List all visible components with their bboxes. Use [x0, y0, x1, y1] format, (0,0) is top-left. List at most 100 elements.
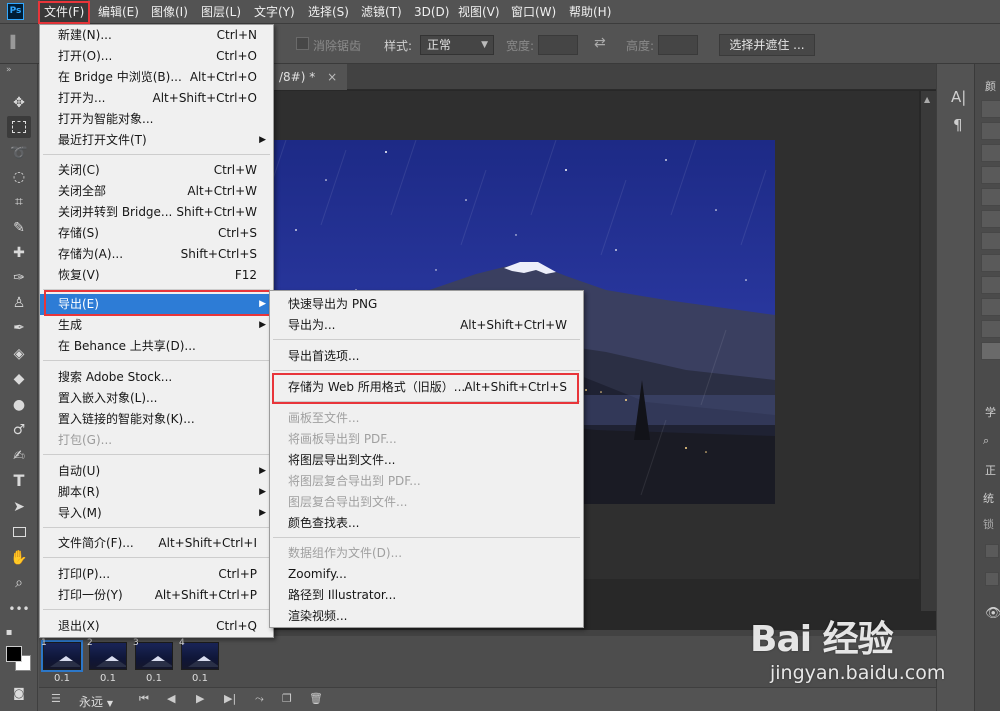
submenu-item-color-lookup-tables[interactable]: 颜色查找表...	[270, 513, 583, 534]
blur-tool-icon[interactable]: ●	[7, 394, 31, 416]
eye-icon[interactable]: 👁	[985, 606, 1000, 621]
history-brush-icon[interactable]: ✒	[7, 317, 31, 339]
type-tool-icon[interactable]: T	[7, 470, 31, 492]
move-tool-icon[interactable]: ✥	[7, 92, 31, 114]
menu-layer[interactable]: 图层(L)	[197, 0, 245, 24]
crop-tool-icon[interactable]: ⌗	[7, 191, 31, 213]
clone-stamp-icon[interactable]: ♙	[7, 292, 31, 314]
paint-bucket-icon[interactable]: ◆	[7, 368, 31, 390]
play-icon[interactable]: ▶	[196, 692, 204, 705]
quick-mask-icon[interactable]: ◙	[7, 682, 31, 704]
vertical-scrollbar[interactable]: ▲	[921, 91, 936, 611]
menu-item-print-one-copy[interactable]: 打印一份(Y) Alt+Shift+Ctrl+P	[40, 585, 273, 606]
menu-item-exit[interactable]: 退出(X) Ctrl+Q	[40, 616, 273, 637]
loop-select[interactable]: 永远 ▼	[79, 693, 113, 710]
menu-item-place-embedded[interactable]: 置入嵌入对象(L)...	[40, 388, 273, 409]
submenu-item-render-video[interactable]: 渲染视频...	[270, 606, 583, 627]
search-icon[interactable]: ⌕	[983, 434, 989, 448]
menu-item-save-as[interactable]: 存储为(A)... Shift+Ctrl+S	[40, 244, 273, 265]
frame-delay[interactable]: 0.1	[87, 673, 129, 684]
menu-item-open[interactable]: 打开(O)... Ctrl+O	[40, 46, 273, 67]
submenu-item-layer-comps-to-files[interactable]: 图层复合导出到文件...	[270, 492, 583, 513]
convert-timeline-icon[interactable]: ☰	[51, 692, 61, 705]
zoom-tool-icon[interactable]: ⌕	[7, 572, 31, 594]
menu-file[interactable]: 文件(F)	[40, 0, 89, 24]
swatch-row[interactable]	[981, 320, 1000, 338]
frame-delay[interactable]: 0.1	[133, 673, 175, 684]
menu-help[interactable]: 帮助(H)	[565, 0, 615, 24]
swatch-row[interactable]	[981, 144, 1000, 162]
swap-icon[interactable]: ⇄	[594, 35, 606, 51]
submenu-item-artboards-to-files[interactable]: 画板至文件...	[270, 408, 583, 429]
pen-tool-icon[interactable]: ✍	[7, 445, 31, 467]
menu-item-print[interactable]: 打印(P)... Ctrl+P	[40, 564, 273, 585]
menu-type[interactable]: 文字(Y)	[250, 0, 299, 24]
swatch-row[interactable]	[981, 254, 1000, 272]
menu-item-recent-files[interactable]: 最近打开文件(T) ▶	[40, 130, 273, 151]
next-frame-icon[interactable]: ▶|	[224, 692, 236, 705]
menu-filter[interactable]: 滤镜(T)	[357, 0, 406, 24]
submenu-item-layers-to-files[interactable]: 将图层导出到文件...	[270, 450, 583, 471]
close-icon[interactable]: ×	[327, 70, 337, 84]
tween-icon[interactable]: ⤳	[255, 692, 264, 706]
swatch-row[interactable]	[981, 298, 1000, 316]
menu-window[interactable]: 窗口(W)	[507, 0, 560, 24]
width-field[interactable]	[538, 35, 578, 55]
swatch-row[interactable]	[981, 100, 1000, 118]
submenu-item-zoomify[interactable]: Zoomify...	[270, 564, 583, 585]
menu-edit[interactable]: 编辑(E)	[94, 0, 143, 24]
timeline-frame[interactable]: 3 0.1	[133, 638, 175, 686]
collapse-icon[interactable]: »	[6, 65, 11, 75]
swatch-row[interactable]	[981, 210, 1000, 228]
swatch-row[interactable]	[981, 122, 1000, 140]
quick-select-tool-icon[interactable]: ◌	[7, 166, 31, 188]
lasso-tool-icon[interactable]: ➰	[7, 142, 31, 164]
marquee-tool-icon[interactable]	[7, 116, 31, 138]
menu-item-file-info[interactable]: 文件简介(F)... Alt+Shift+Ctrl+I	[40, 533, 273, 554]
eyedropper-tool-icon[interactable]: ✎	[7, 217, 31, 239]
menu-item-open-as[interactable]: 打开为... Alt+Shift+Ctrl+O	[40, 88, 273, 109]
character-panel-icon[interactable]: A|	[951, 88, 966, 106]
submenu-item-paths-to-illustrator[interactable]: 路径到 Illustrator...	[270, 585, 583, 606]
swatch-row[interactable]	[981, 342, 1000, 360]
swatch-row[interactable]	[981, 232, 1000, 250]
menu-item-scripts[interactable]: 脚本(R) ▶	[40, 482, 273, 503]
submenu-item-layer-comps-to-pdf[interactable]: 将图层复合导出到 PDF...	[270, 471, 583, 492]
menu-3d[interactable]: 3D(D)	[410, 0, 453, 24]
menu-select[interactable]: 选择(S)	[304, 0, 353, 24]
menu-item-share-behance[interactable]: 在 Behance 上共享(D)...	[40, 336, 273, 357]
submenu-item-save-for-web[interactable]: 存储为 Web 所用格式（旧版）... Alt+Shift+Ctrl+S	[270, 377, 583, 398]
dodge-tool-icon[interactable]: ♂	[7, 419, 31, 441]
eraser-tool-icon[interactable]: ◈	[7, 343, 31, 365]
menu-view[interactable]: 视图(V)	[454, 0, 504, 24]
timeline-frame[interactable]: 4 0.1	[179, 638, 221, 686]
submenu-item-quick-export-png[interactable]: 快速导出为 PNG	[270, 294, 583, 315]
document-tab[interactable]: /8#) * ×	[273, 64, 348, 90]
menu-item-automate[interactable]: 自动(U) ▶	[40, 461, 273, 482]
swatch-row[interactable]	[981, 276, 1000, 294]
menu-image[interactable]: 图像(I)	[147, 0, 192, 24]
menu-item-close[interactable]: 关闭(C) Ctrl+W	[40, 160, 273, 181]
rectangle-tool-icon[interactable]	[7, 521, 31, 543]
antialias-checkbox[interactable]	[296, 37, 309, 50]
menu-item-generate[interactable]: 生成 ▶	[40, 315, 273, 336]
trash-icon[interactable]: 🗑	[309, 692, 323, 705]
timeline-frame[interactable]: 2 0.1	[87, 638, 129, 686]
timeline-frame[interactable]: 1 0.1	[41, 638, 83, 686]
swatch-row[interactable]	[981, 188, 1000, 206]
select-and-mask-button[interactable]: 选择并遮住 ...	[719, 34, 815, 56]
layer-checkbox[interactable]	[985, 572, 999, 586]
scroll-up-icon[interactable]: ▲	[924, 95, 930, 104]
layer-checkbox[interactable]	[985, 544, 999, 558]
height-field[interactable]	[658, 35, 698, 55]
frame-delay[interactable]: 0.1	[179, 673, 221, 684]
menu-item-close-all[interactable]: 关闭全部 Alt+Ctrl+W	[40, 181, 273, 202]
swatch-row[interactable]	[981, 166, 1000, 184]
healing-brush-icon[interactable]: ✚	[7, 242, 31, 264]
menu-item-import[interactable]: 导入(M) ▶	[40, 503, 273, 524]
default-colors-icon[interactable]: ▪	[3, 622, 15, 644]
menu-item-new[interactable]: 新建(N)... Ctrl+N	[40, 25, 273, 46]
style-select[interactable]: 正常 ▼	[420, 35, 494, 55]
duplicate-frame-icon[interactable]: ❐	[282, 692, 292, 705]
brush-tool-icon[interactable]: ✑	[7, 267, 31, 289]
